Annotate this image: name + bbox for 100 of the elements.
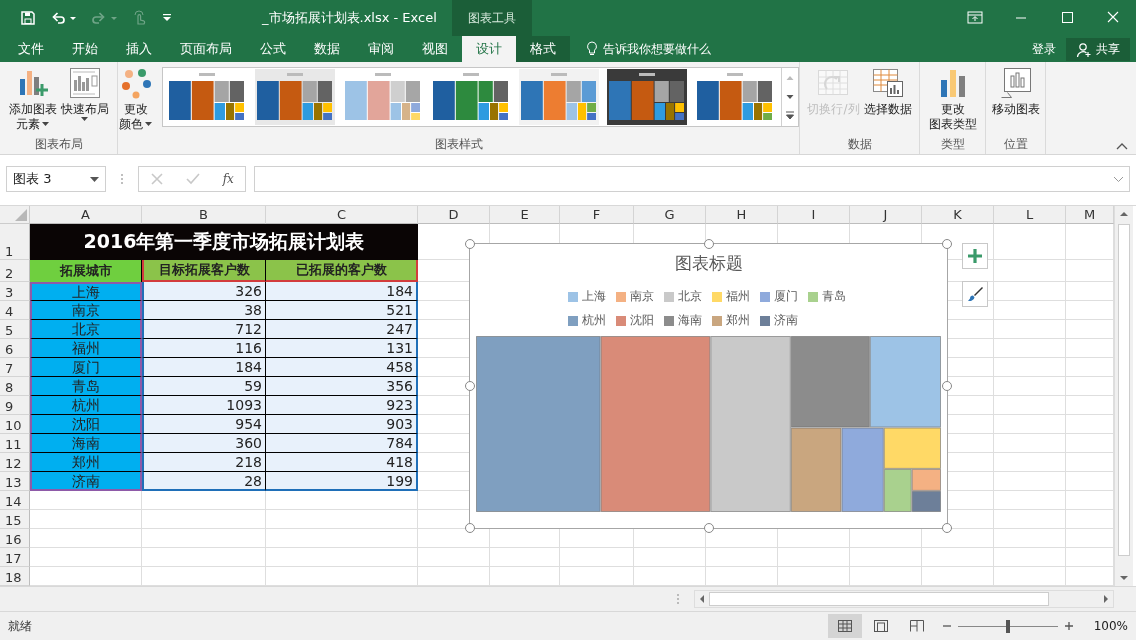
- row-header[interactable]: 18: [0, 567, 30, 586]
- table-cell: 1093: [142, 396, 266, 415]
- sign-in-link[interactable]: 登录: [1022, 36, 1066, 62]
- group-label: 类型: [939, 136, 966, 153]
- resize-handle[interactable]: [703, 523, 714, 533]
- column-header[interactable]: F: [560, 206, 634, 224]
- menu-tab[interactable]: 公式: [246, 36, 300, 62]
- column-header[interactable]: D: [418, 206, 490, 224]
- resize-handle[interactable]: [465, 523, 475, 533]
- column-header[interactable]: A: [30, 206, 142, 224]
- column-header[interactable]: G: [634, 206, 706, 224]
- scrollbar-thumb[interactable]: [709, 592, 1049, 606]
- zoom-in-icon[interactable]: [1064, 621, 1074, 631]
- share-button[interactable]: 共享: [1066, 38, 1130, 61]
- normal-view-button[interactable]: [828, 614, 862, 638]
- row-header[interactable]: 15: [0, 510, 30, 529]
- column-header[interactable]: C: [266, 206, 418, 224]
- legend-label: 杭州: [582, 312, 606, 329]
- chart-styles-button[interactable]: [962, 281, 988, 307]
- menu-tab[interactable]: 审阅: [354, 36, 408, 62]
- check-icon[interactable]: [186, 172, 201, 186]
- row-header[interactable]: 3: [0, 282, 30, 301]
- column-heading: 目标拓展客户数: [142, 260, 266, 282]
- resize-handle[interactable]: [942, 239, 952, 249]
- caret-icon[interactable]: [90, 176, 99, 182]
- row-header[interactable]: 13: [0, 472, 30, 491]
- column-header[interactable]: I: [778, 206, 850, 224]
- column-header[interactable]: M: [1066, 206, 1114, 224]
- row-header[interactable]: 12: [0, 453, 30, 472]
- row-header[interactable]: 6: [0, 339, 30, 358]
- insert-function-button[interactable]: fx: [222, 172, 234, 186]
- zoom-level[interactable]: 100%: [1088, 619, 1128, 633]
- menu-tab[interactable]: 插入: [112, 36, 166, 62]
- table-cell: 360: [142, 434, 266, 453]
- chart-style-thumbnail[interactable]: [519, 69, 599, 125]
- column-header[interactable]: K: [922, 206, 994, 224]
- colors-button[interactable]: 更改 颜色: [118, 67, 154, 132]
- menu-tab[interactable]: 文件: [0, 36, 58, 62]
- legend-label: 上海: [582, 288, 606, 305]
- resize-handle[interactable]: [465, 239, 475, 249]
- menu-tab[interactable]: 页面布局: [166, 36, 246, 62]
- menu-tab[interactable]: 开始: [58, 36, 112, 62]
- search-field[interactable]: 告诉我你想要做什么: [603, 40, 711, 58]
- row-header[interactable]: 1: [0, 224, 30, 260]
- table-cell: 923: [266, 396, 418, 415]
- column-header[interactable]: L: [994, 206, 1066, 224]
- row-header[interactable]: 11: [0, 434, 30, 453]
- column-heading: 已拓展的客户数: [266, 260, 418, 282]
- table-cell: 上海: [30, 282, 142, 301]
- page-break-icon: [909, 619, 925, 633]
- resize-handle[interactable]: [942, 381, 952, 391]
- group-label: 图表布局: [33, 136, 84, 153]
- table-cell: 712: [142, 320, 266, 339]
- splitter-icon[interactable]: [120, 172, 124, 186]
- row-header[interactable]: 5: [0, 320, 30, 339]
- row-header[interactable]: 14: [0, 491, 30, 510]
- caret-icon: [80, 117, 89, 122]
- row-header[interactable]: 4: [0, 301, 30, 320]
- column-header[interactable]: B: [142, 206, 266, 224]
- menu-tab[interactable]: 视图: [408, 36, 462, 62]
- quick-layout-button[interactable]: 快速布局: [59, 67, 110, 122]
- column-header[interactable]: E: [490, 206, 560, 224]
- column-header[interactable]: H: [706, 206, 778, 224]
- resize-handle[interactable]: [942, 523, 952, 533]
- formula-field[interactable]: [254, 166, 1130, 192]
- row-header[interactable]: 16: [0, 529, 30, 548]
- chart-type-button[interactable]: 更改 图表类型: [927, 67, 978, 132]
- row-header[interactable]: 9: [0, 396, 30, 415]
- name-box[interactable]: 图表 3: [6, 166, 106, 192]
- row-header[interactable]: 17: [0, 548, 30, 567]
- row-header[interactable]: 2: [0, 260, 30, 282]
- expand-icon[interactable]: [1114, 176, 1123, 182]
- collapse-icon[interactable]: [1116, 142, 1128, 150]
- resize-handle[interactable]: [465, 381, 475, 391]
- legend-label: 厦门: [774, 288, 798, 305]
- color-dots-icon: [120, 67, 152, 99]
- chart-elements-button[interactable]: [962, 243, 988, 269]
- column-header[interactable]: J: [850, 206, 922, 224]
- row-header[interactable]: 10: [0, 415, 30, 434]
- undo-icon[interactable]: [50, 10, 66, 26]
- menu-tab[interactable]: 格式: [516, 36, 570, 62]
- legend-label: 北京: [678, 288, 702, 305]
- resize-handle[interactable]: [703, 239, 714, 249]
- move-chart-button[interactable]: 移动图表: [990, 67, 1041, 117]
- zoom-slider[interactable]: [1006, 619, 1010, 633]
- chart-style-thumbnail[interactable]: [255, 69, 335, 125]
- table-cell: 247: [266, 320, 418, 339]
- chart-card-icon: [999, 67, 1032, 99]
- caret-icon: [41, 122, 50, 127]
- row-header[interactable]: 7: [0, 358, 30, 377]
- add-element-button[interactable]: 添加图表 元素: [7, 67, 58, 132]
- row-header[interactable]: 8: [0, 377, 30, 396]
- menu-tab[interactable]: 设计: [462, 36, 516, 62]
- select-data-button[interactable]: 选择数据: [862, 67, 913, 117]
- save-icon[interactable]: [20, 10, 36, 26]
- caret-icon[interactable]: [69, 16, 77, 22]
- scrollbar-thumb[interactable]: [1118, 224, 1130, 556]
- menu-tab[interactable]: 数据: [300, 36, 354, 62]
- chart-style-thumbnail[interactable]: [607, 69, 687, 125]
- customize-icon[interactable]: [162, 13, 172, 23]
